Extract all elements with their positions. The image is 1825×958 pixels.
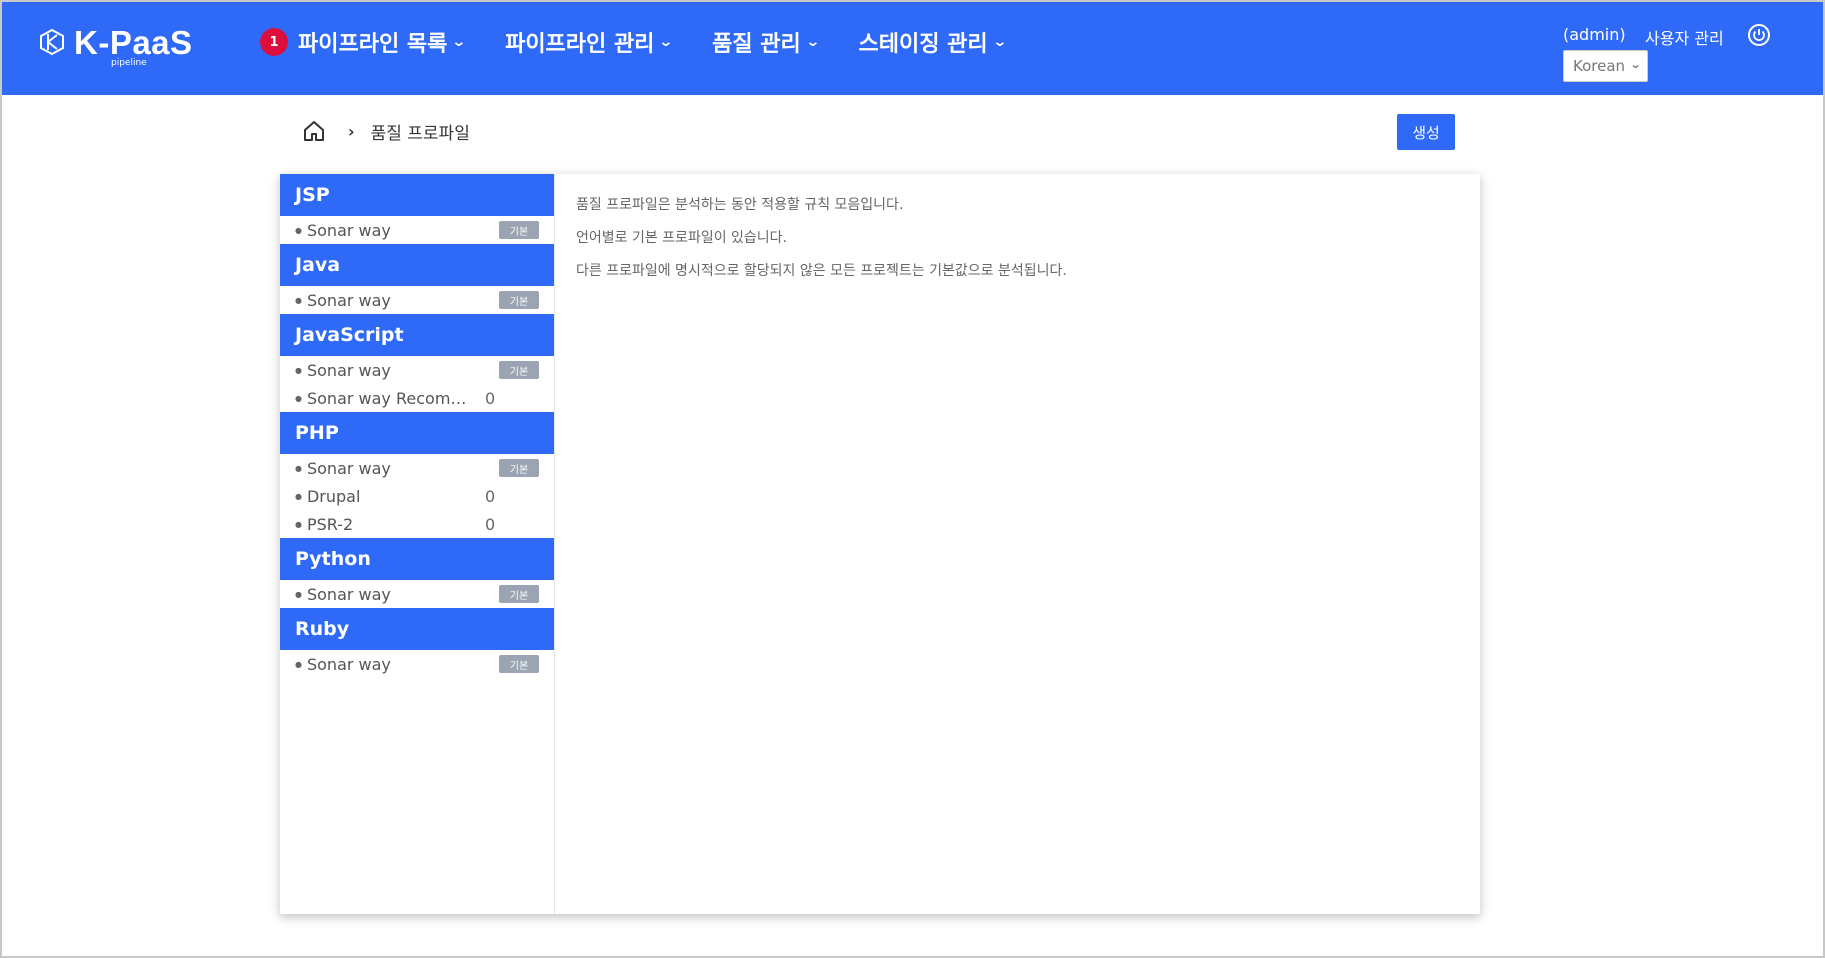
- language-header-jsp: JSP: [280, 174, 554, 216]
- bullet-icon: ●: [295, 491, 302, 501]
- default-badge: 기본: [499, 655, 539, 673]
- bullet-icon: ●: [295, 519, 302, 529]
- profile-count: 0: [485, 514, 496, 534]
- bullet-icon: ●: [295, 659, 302, 669]
- nav-quality-manage[interactable]: 품질 관리 ⌄: [712, 26, 821, 58]
- profile-item[interactable]: ● Sonar way 기본: [280, 650, 554, 678]
- home-icon[interactable]: [302, 119, 326, 143]
- default-badge: 기본: [499, 585, 539, 603]
- create-button[interactable]: 생성: [1397, 114, 1455, 150]
- language-header-python: Python: [280, 538, 554, 580]
- profile-name: Sonar way: [306, 290, 391, 310]
- profile-item[interactable]: ● Sonar way 기본: [280, 286, 554, 314]
- bullet-icon: ●: [295, 463, 302, 473]
- default-badge: 기본: [499, 361, 539, 379]
- default-badge: 기본: [499, 291, 539, 309]
- notification-badge: 1: [260, 28, 288, 56]
- description-line: 언어별로 기본 프로파일이 있습니다.: [576, 230, 787, 246]
- logo-text: K-PaaS: [74, 24, 193, 61]
- nav-label: 품질 관리: [712, 32, 801, 57]
- language-header-php: PHP: [280, 412, 554, 454]
- description-line: 품질 프로파일은 분석하는 동안 적용할 규칙 모음입니다.: [576, 197, 904, 213]
- language-value: Korean: [1573, 57, 1626, 75]
- profile-name: Drupal: [306, 486, 361, 506]
- kpaas-logo-icon: [40, 28, 64, 56]
- profile-name: Sonar way Recommended: [306, 388, 479, 408]
- breadcrumb: › 품질 프로파일: [302, 117, 470, 145]
- chevron-down-icon: ⌄: [991, 34, 1008, 50]
- chevron-down-icon: ⌄: [1629, 58, 1642, 71]
- profile-item[interactable]: ● Sonar way 기본: [280, 580, 554, 608]
- quality-profile-panel: JSP ● Sonar way 기본 Java ● Sonar way 기본 J…: [280, 174, 1480, 914]
- top-header: K-PaaS pipeline 1 파이프라인 목록 ⌄ 파이프라인 관리 ⌄ …: [2, 2, 1823, 95]
- bullet-icon: ●: [295, 589, 302, 599]
- chevron-down-icon: ⌄: [805, 34, 821, 50]
- user-name: (admin): [1563, 25, 1626, 44]
- profile-item[interactable]: ● PSR-2 0: [280, 510, 554, 538]
- chevron-down-icon: ⌄: [658, 34, 674, 50]
- user-area: (admin) 사용자 관리 Korean ⌄: [1547, 20, 1807, 82]
- profile-item[interactable]: ● Drupal 0: [280, 482, 554, 510]
- default-badge: 기본: [499, 459, 539, 477]
- language-header-javascript: JavaScript: [280, 314, 554, 356]
- bullet-icon: ●: [295, 295, 302, 305]
- default-badge: 기본: [499, 221, 539, 239]
- language-header-ruby: Ruby: [280, 608, 554, 650]
- profile-item[interactable]: ● Sonar way Recommended 0: [280, 384, 554, 412]
- chevron-right-icon: ›: [348, 121, 355, 141]
- nav-pipeline-list[interactable]: 1 파이프라인 목록 ⌄: [260, 26, 467, 58]
- profile-count: 0: [485, 388, 496, 408]
- profile-item[interactable]: ● Sonar way 기본: [280, 356, 554, 384]
- nav-staging-manage[interactable]: 스테이징 관리 ⌄: [858, 26, 1008, 58]
- power-icon[interactable]: [1747, 23, 1771, 47]
- nav-label: 파이프라인 목록: [298, 32, 448, 57]
- bullet-icon: ●: [295, 365, 302, 375]
- profile-name: PSR-2: [306, 514, 354, 534]
- profile-item[interactable]: ● Sonar way 기본: [280, 216, 554, 244]
- chevron-down-icon: ⌄: [451, 34, 467, 50]
- language-select[interactable]: Korean ⌄: [1563, 50, 1648, 82]
- profile-sidebar: JSP ● Sonar way 기본 Java ● Sonar way 기본 J…: [280, 174, 555, 914]
- profile-name: Sonar way: [306, 458, 391, 478]
- profile-name: Sonar way: [306, 584, 391, 604]
- profile-name: Sonar way: [306, 360, 391, 380]
- nav-label: 파이프라인 관리: [505, 32, 655, 57]
- logo[interactable]: K-PaaS pipeline: [38, 24, 208, 72]
- nav-pipeline-manage[interactable]: 파이프라인 관리 ⌄: [505, 26, 674, 58]
- profile-count: 0: [485, 486, 496, 506]
- description-line: 다른 프로파일에 명시적으로 할당되지 않은 모든 프로젝트는 기본값으로 분석…: [576, 263, 1067, 279]
- main-nav: 1 파이프라인 목록 ⌄ 파이프라인 관리 ⌄ 품질 관리 ⌄ 스테이징 관리 …: [260, 2, 1045, 82]
- breadcrumb-current: 품질 프로파일: [370, 123, 470, 144]
- profile-name: Sonar way: [306, 220, 391, 240]
- bullet-icon: ●: [295, 225, 302, 235]
- profile-description: 품질 프로파일은 분석하는 동안 적용할 규칙 모음입니다. 언어별로 기본 프…: [576, 196, 1067, 295]
- user-manage-link[interactable]: 사용자 관리: [1645, 25, 1724, 49]
- bullet-icon: ●: [295, 393, 302, 403]
- logo-subtitle: pipeline: [111, 58, 147, 68]
- nav-label: 스테이징 관리: [858, 32, 988, 57]
- profile-item[interactable]: ● Sonar way 기본: [280, 454, 554, 482]
- profile-name: Sonar way: [306, 654, 391, 674]
- language-header-java: Java: [280, 244, 554, 286]
